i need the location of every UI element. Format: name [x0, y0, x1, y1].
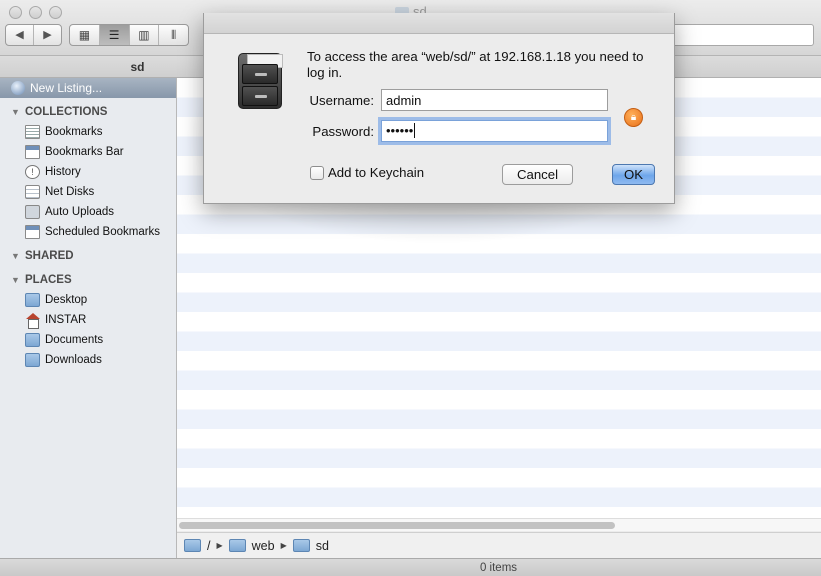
- path-segment-sd[interactable]: sd: [316, 539, 329, 553]
- folder-icon: [228, 539, 246, 552]
- folder-icon: [292, 539, 310, 552]
- username-label: Username:: [309, 93, 375, 108]
- sidebar-item-net-disks[interactable]: Net Disks: [0, 182, 176, 202]
- path-segment-web[interactable]: web: [252, 539, 275, 553]
- bookmarks-bar-icon: [25, 145, 40, 159]
- sidebar-item-label: Bookmarks Bar: [45, 146, 124, 158]
- sidebar-item-label: Scheduled Bookmarks: [45, 226, 161, 238]
- history-icon: !: [25, 165, 40, 179]
- sidebar-item-label: Bookmarks: [45, 126, 103, 138]
- chevron-right-icon: ▶: [216, 541, 223, 550]
- ok-button[interactable]: OK: [612, 164, 655, 185]
- sidebar-item-new-listing[interactable]: New Listing...: [0, 78, 176, 98]
- add-to-keychain-label[interactable]: Add to Keychain: [328, 165, 424, 180]
- horizontal-scrollbar[interactable]: [177, 518, 821, 531]
- address-field[interactable]: [672, 24, 814, 46]
- folder-icon: [25, 353, 40, 367]
- net-disks-icon: [25, 185, 40, 199]
- disclosure-triangle-icon[interactable]: ▼: [11, 270, 20, 290]
- path-bar: / ▶ web ▶ sd: [177, 532, 821, 558]
- sidebar-item-downloads[interactable]: Downloads: [0, 350, 176, 370]
- globe-icon: [11, 81, 25, 95]
- section-shared[interactable]: ▼ SHARED: [0, 246, 176, 266]
- sidebar-item-label: Documents: [45, 334, 104, 346]
- close-window-button[interactable]: [9, 6, 22, 19]
- status-bar: 0 items: [0, 558, 821, 576]
- cancel-button[interactable]: Cancel: [502, 164, 573, 185]
- back-button[interactable]: ◀: [6, 25, 33, 45]
- section-collections[interactable]: ▼ COLLECTIONS: [0, 102, 176, 122]
- path-segment-root[interactable]: /: [207, 539, 210, 553]
- bookmarks-icon: [25, 125, 40, 139]
- section-places[interactable]: ▼ PLACES: [0, 270, 176, 290]
- folder-icon: [25, 293, 40, 307]
- login-message: To access the area “web/sd/” at 192.168.…: [307, 49, 644, 80]
- password-field[interactable]: ••••••: [381, 120, 608, 142]
- login-dialog: To access the area “web/sd/” at 192.168.…: [203, 13, 675, 204]
- password-mask: ••••••: [386, 123, 414, 138]
- auto-uploads-icon: [25, 205, 40, 219]
- sidebar-item-desktop[interactable]: Desktop: [0, 290, 176, 310]
- folder-icon: [25, 333, 40, 347]
- add-to-keychain-checkbox[interactable]: [310, 166, 324, 180]
- sidebar-item-instar[interactable]: INSTAR: [0, 310, 176, 330]
- back-forward-control: ◀ ▶: [5, 24, 62, 46]
- sidebar-item-label: INSTAR: [45, 314, 87, 326]
- disclosure-triangle-icon[interactable]: ▼: [11, 246, 20, 266]
- view-mode-control: ▦ ☰ ▥ ⦀: [69, 24, 189, 46]
- sidebar-item-label: Desktop: [45, 294, 88, 306]
- folder-icon: [184, 539, 201, 552]
- sidebar-item-documents[interactable]: Documents: [0, 330, 176, 350]
- dialog-top-bar: [204, 13, 674, 34]
- username-field[interactable]: [381, 89, 608, 111]
- sidebar-item-bookmarks[interactable]: Bookmarks: [0, 122, 176, 142]
- section-title: PLACES: [25, 274, 72, 286]
- column-view-button[interactable]: ▥: [128, 25, 159, 45]
- lock-icon: 🔒︎: [624, 108, 643, 127]
- chevron-right-icon: ▶: [280, 541, 287, 550]
- sidebar-item-label: Net Disks: [45, 186, 95, 198]
- section-title: COLLECTIONS: [25, 106, 108, 118]
- sidebar-item-scheduled-bookmarks[interactable]: Scheduled Bookmarks: [0, 222, 176, 242]
- sidebar-item-bookmarks-bar[interactable]: Bookmarks Bar: [0, 142, 176, 162]
- sidebar: New Listing... ▼ COLLECTIONS Bookmarks B…: [0, 78, 177, 558]
- sidebar-item-auto-uploads[interactable]: Auto Uploads: [0, 202, 176, 222]
- icon-view-button[interactable]: ▦: [70, 25, 99, 45]
- sidebar-item-label: Auto Uploads: [45, 206, 115, 218]
- zoom-window-button[interactable]: [49, 6, 62, 19]
- sidebar-item-history[interactable]: ! History: [0, 162, 176, 182]
- items-count: 0 items: [479, 562, 518, 574]
- password-label: Password:: [312, 124, 374, 139]
- sidebar-item-label: Downloads: [45, 354, 102, 366]
- list-view-button[interactable]: ☰: [98, 25, 129, 45]
- sidebar-item-label: History: [45, 166, 81, 178]
- scheduled-bookmarks-icon: [25, 225, 40, 239]
- sidebar-item-label: New Listing...: [30, 81, 103, 95]
- forward-button[interactable]: ▶: [33, 25, 61, 45]
- minimize-window-button[interactable]: [29, 6, 42, 19]
- file-cabinet-icon: [234, 49, 286, 111]
- home-icon: [25, 313, 40, 329]
- section-title: SHARED: [25, 250, 74, 262]
- scrollbar-thumb[interactable]: [179, 522, 615, 529]
- disclosure-triangle-icon[interactable]: ▼: [11, 102, 20, 122]
